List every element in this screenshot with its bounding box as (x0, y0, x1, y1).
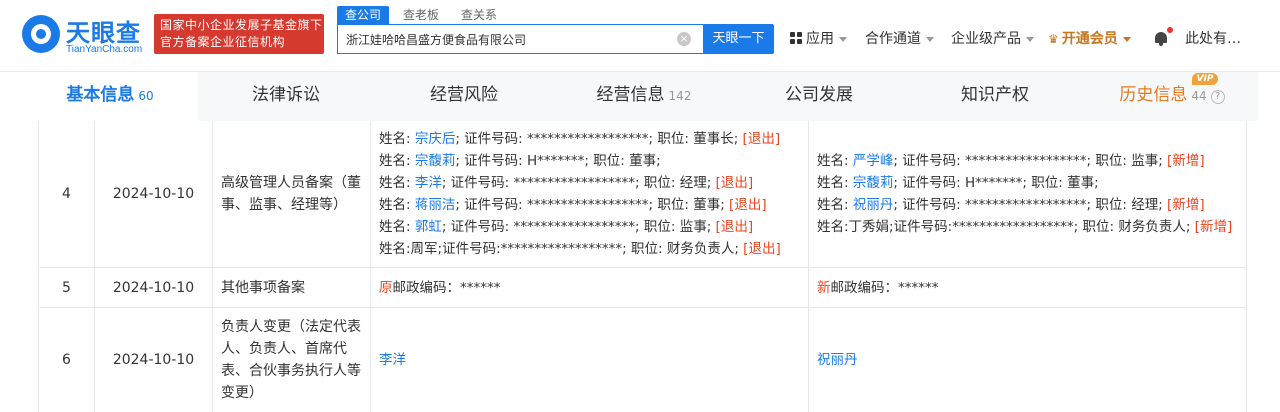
person-link[interactable]: 李洋 (379, 349, 808, 371)
nav-vip-label: 开通会员 (1061, 31, 1118, 47)
badge-line-2: 官方备案企业征信机构 (160, 35, 286, 49)
tab-history[interactable]: VIP 历史信息 44? (1086, 72, 1258, 121)
tab-development[interactable]: 公司发展 (734, 72, 904, 121)
search-input[interactable] (338, 25, 668, 53)
status-tag: [新增] (1194, 219, 1233, 235)
nav-user[interactable]: 此处有… (1185, 28, 1241, 48)
search-tab-boss[interactable]: 查老板 (395, 6, 447, 24)
after-line: 姓名: 祝丽丹; 证件号码: ******************; 职位: 经… (817, 197, 1205, 213)
after-line: 姓名: 严学峰; 证件号码: ******************; 职位: 监… (817, 153, 1205, 169)
status-tag: [退出] (729, 197, 767, 213)
before-change: 李洋 (370, 308, 808, 412)
tab-legal[interactable]: 法律诉讼 (198, 72, 374, 121)
person-link[interactable]: 宗馥莉 (853, 175, 894, 191)
chevron-down-icon (1026, 36, 1034, 42)
change-item: 负责人变更（法定代表人、负责人、首席代表、合伙事务执行人等变更） (212, 308, 370, 412)
change-date: 2024-10-10 (94, 121, 212, 267)
tianyancha-logo[interactable]: 天眼查 TianYanCha.com (22, 13, 150, 57)
person-link[interactable]: 郭虹 (415, 219, 442, 235)
nav-vip[interactable]: ♛ 开通会员 (1048, 28, 1131, 48)
company-tabs: 基本信息 60 法律诉讼 经营风险 经营信息 142 公司发展 知识产权 VIP 历史… (22, 72, 1258, 121)
top-header: 天眼查 TianYanCha.com 国家中小企业发展子基金旗下 官方备案企业征… (0, 0, 1280, 72)
status-tag: [新增] (1167, 153, 1205, 169)
after-change: 祝丽丹 (808, 308, 1247, 412)
person-link[interactable]: 宗庆后 (415, 131, 456, 147)
eye-logo-icon (22, 15, 60, 53)
before-line: 姓名: 宗庆后; 证件号码: ******************; 职位: 董… (379, 131, 781, 147)
vip-tag: VIP (1192, 73, 1218, 85)
logo-text: 天眼查 (66, 19, 141, 47)
change-item: 其他事项备案 (212, 268, 370, 307)
table-row: 4 2024-10-10 高级管理人员备案（董事、监事、经理等） 姓名: 宗庆后… (38, 121, 1247, 268)
nav-apps-label: 应用 (806, 31, 834, 47)
before-line: 姓名: 郭虹; 证件号码: ******************; 职位: 监事… (379, 219, 754, 235)
chevron-down-icon (1122, 36, 1131, 42)
nav-enterprise[interactable]: 企业级产品 (951, 28, 1034, 48)
person-link[interactable]: 祝丽丹 (853, 197, 894, 213)
crown-icon: ♛ (1048, 32, 1059, 46)
tab-basic-info[interactable]: 基本信息 60 (22, 72, 198, 121)
chevron-down-icon (839, 36, 847, 42)
before-change: 原邮政编码：****** (370, 268, 808, 307)
before-text: 邮政编码：****** (392, 279, 501, 296)
search-box: × (337, 24, 703, 54)
logo-domain: TianYanCha.com (66, 44, 143, 55)
clear-icon[interactable]: × (677, 32, 691, 46)
person-link[interactable]: 蒋丽洁 (415, 197, 456, 213)
person-link[interactable]: 严学峰 (853, 153, 894, 169)
person-link[interactable]: 李洋 (415, 175, 442, 191)
help-icon[interactable]: ? (1210, 90, 1225, 104)
old-mark: 原 (379, 279, 393, 296)
search-tab-company[interactable]: 查公司 (337, 6, 390, 24)
after-change: 新邮政编码：****** (808, 268, 1247, 307)
after-text: 邮政编码：****** (830, 279, 939, 296)
status-tag: [退出] (742, 131, 781, 147)
table-row: 6 2024-10-10 负责人变更（法定代表人、负责人、首席代表、合伙事务执行… (38, 308, 1247, 412)
change-item: 高级管理人员备案（董事、监事、经理等） (212, 121, 370, 267)
change-date: 2024-10-10 (94, 308, 212, 412)
after-line: 姓名: 宗馥莉; 证件号码: H*******; 职位: 董事; (817, 175, 1099, 191)
notification-dot (1167, 27, 1173, 33)
status-tag: [退出] (715, 175, 754, 191)
tab-ip[interactable]: 知识产权 (904, 72, 1086, 121)
before-line: 姓名:周军;证件号码:******************; 职位: 财务负责人… (379, 241, 781, 257)
before-change: 姓名: 宗庆后; 证件号码: ******************; 职位: 董… (370, 121, 808, 267)
nav-channel-label: 合作通道 (865, 31, 921, 47)
new-mark: 新 (817, 279, 831, 296)
official-badge: 国家中小企业发展子基金旗下 官方备案企业征信机构 (154, 14, 324, 54)
search-tab-relation[interactable]: 查关系 (453, 6, 505, 24)
chevron-down-icon (926, 36, 934, 42)
before-line: 姓名: 李洋; 证件号码: ******************; 职位: 经理… (379, 175, 754, 191)
table-row: 5 2024-10-10 其他事项备案 原邮政编码：****** 新邮政编码：*… (38, 268, 1247, 308)
person-link[interactable]: 宗馥莉 (415, 153, 456, 169)
change-date: 2024-10-10 (94, 268, 212, 307)
row-number: 5 (38, 268, 94, 307)
tab-risk[interactable]: 经营风险 (374, 72, 554, 121)
search-button[interactable]: 天眼一下 (703, 24, 774, 54)
before-line: 姓名: 宗馥莉; 证件号码: H*******; 职位: 董事; (379, 153, 661, 169)
after-change: 姓名: 严学峰; 证件号码: ******************; 职位: 监… (808, 121, 1247, 267)
person-link[interactable]: 祝丽丹 (817, 349, 1246, 371)
nav-apps[interactable]: 应用 (790, 28, 847, 48)
row-number: 6 (38, 308, 94, 412)
row-number: 4 (38, 121, 94, 267)
bell-icon[interactable] (1153, 27, 1173, 46)
search-type-tabs: 查公司 查老板 查关系 (337, 6, 511, 24)
user-name: 此处有… (1185, 31, 1241, 47)
status-tag: [退出] (715, 219, 754, 235)
status-tag: [退出] (743, 241, 781, 257)
nav-enterprise-label: 企业级产品 (951, 31, 1021, 47)
badge-line-1: 国家中小企业发展子基金旗下 (160, 18, 323, 32)
grid-icon (790, 32, 802, 44)
tab-operation[interactable]: 经营信息 142 (554, 72, 734, 121)
status-tag: [新增] (1167, 197, 1205, 213)
after-line: 姓名:丁秀娟;证件号码:******************; 职位: 财务负责… (817, 219, 1233, 235)
before-line: 姓名: 蒋丽洁; 证件号码: ******************; 职位: 董… (379, 197, 767, 213)
nav-channel[interactable]: 合作通道 (865, 28, 934, 48)
